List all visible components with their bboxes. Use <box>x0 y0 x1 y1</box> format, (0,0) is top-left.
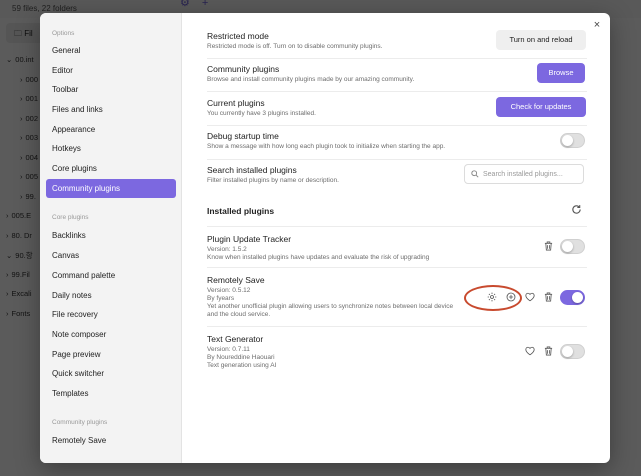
divider <box>207 159 587 160</box>
sidebar-item-files-and-links[interactable]: Files and links <box>46 100 176 119</box>
divider <box>207 326 587 327</box>
plugin-description: Text generation using AI <box>207 362 277 369</box>
heart-icon[interactable] <box>525 292 535 302</box>
settings-sidebar: Options General Editor Toolbar Files and… <box>40 13 182 463</box>
trash-icon[interactable] <box>544 241 553 251</box>
sidebar-item-command-palette[interactable]: Command palette <box>46 266 176 285</box>
setting-title: Debug startup time <box>207 131 279 141</box>
toggle-knob <box>572 292 583 303</box>
sidebar-item-appearance[interactable]: Appearance <box>46 120 176 139</box>
plugin-description: Yet another unofficial plugin allowing u… <box>207 303 454 310</box>
trash-icon[interactable] <box>544 346 553 356</box>
setting-debug-startup-time: Debug startup time Show a message with h… <box>207 131 587 151</box>
refresh-icon[interactable] <box>571 204 582 215</box>
sidebar-item-canvas[interactable]: Canvas <box>46 246 176 265</box>
divider <box>207 91 587 92</box>
heart-icon[interactable] <box>525 346 535 356</box>
plugin-update-tracker-toggle[interactable] <box>560 239 585 254</box>
sidebar-item-note-composer[interactable]: Note composer <box>46 325 176 344</box>
plugin-name: Text Generator <box>207 334 264 344</box>
browse-button[interactable]: Browse <box>537 63 585 83</box>
plugin-name: Remotely Save <box>207 275 265 285</box>
text-generator-toggle[interactable] <box>560 344 585 359</box>
plugin-plugin-update-tracker: Plugin Update Tracker Version: 1.5.2 Kno… <box>207 234 587 262</box>
sidebar-item-toolbar[interactable]: Toolbar <box>46 80 176 99</box>
highlight-annotation <box>464 285 522 311</box>
toggle-knob <box>562 135 573 146</box>
search-icon <box>471 170 479 178</box>
sidebar-item-quick-switcher[interactable]: Quick switcher <box>46 364 176 383</box>
turn-on-and-reload-button[interactable]: Turn on and reload <box>496 30 586 50</box>
sidebar-item-editor[interactable]: Editor <box>46 61 176 80</box>
settings-modal: × Options General Editor Toolbar Files a… <box>40 13 610 463</box>
plugin-version: Version: 1.5.2 <box>207 246 247 253</box>
trash-icon[interactable] <box>544 292 553 302</box>
sidebar-header-options: Options <box>52 30 75 37</box>
sidebar-header-community-plugins: Community plugins <box>52 419 108 426</box>
toggle-knob <box>562 346 573 357</box>
installed-plugins-heading: Installed plugins <box>207 206 275 216</box>
divider <box>207 226 587 227</box>
sidebar-item-community-plugins[interactable]: Community plugins <box>46 179 176 198</box>
setting-title: Community plugins <box>207 64 280 74</box>
search-placeholder: Search installed plugins... <box>483 171 563 178</box>
setting-community-plugins: Community plugins Browse and install com… <box>207 64 587 84</box>
sidebar-item-core-plugins[interactable]: Core plugins <box>46 159 176 178</box>
sidebar-item-general[interactable]: General <box>46 41 176 60</box>
divider <box>207 58 587 59</box>
sidebar-item-hotkeys[interactable]: Hotkeys <box>46 139 176 158</box>
divider <box>207 125 587 126</box>
search-installed-plugins-input[interactable]: Search installed plugins... <box>464 164 584 184</box>
setting-description: Show a message with how long each plugin… <box>207 143 446 150</box>
plugin-description: Know when installed plugins have updates… <box>207 254 430 261</box>
sidebar-item-file-recovery[interactable]: File recovery <box>46 305 176 324</box>
debug-startup-toggle[interactable] <box>560 133 585 148</box>
sidebar-item-templates[interactable]: Templates <box>46 384 176 403</box>
plugin-description-continued: and the cloud service. <box>207 311 271 318</box>
setting-description: Browse and install community plugins mad… <box>207 76 415 83</box>
remotely-save-toggle[interactable] <box>560 290 585 305</box>
sidebar-item-remotely-save[interactable]: Remotely Save <box>46 431 176 450</box>
toggle-knob <box>562 241 573 252</box>
plugin-name: Plugin Update Tracker <box>207 234 292 244</box>
sidebar-item-backlinks[interactable]: Backlinks <box>46 226 176 245</box>
sidebar-item-daily-notes[interactable]: Daily notes <box>46 286 176 305</box>
sidebar-header-core-plugins: Core plugins <box>52 214 89 221</box>
sidebar-item-page-preview[interactable]: Page preview <box>46 345 176 364</box>
check-for-updates-button[interactable]: Check for updates <box>496 97 586 117</box>
divider <box>207 267 587 268</box>
